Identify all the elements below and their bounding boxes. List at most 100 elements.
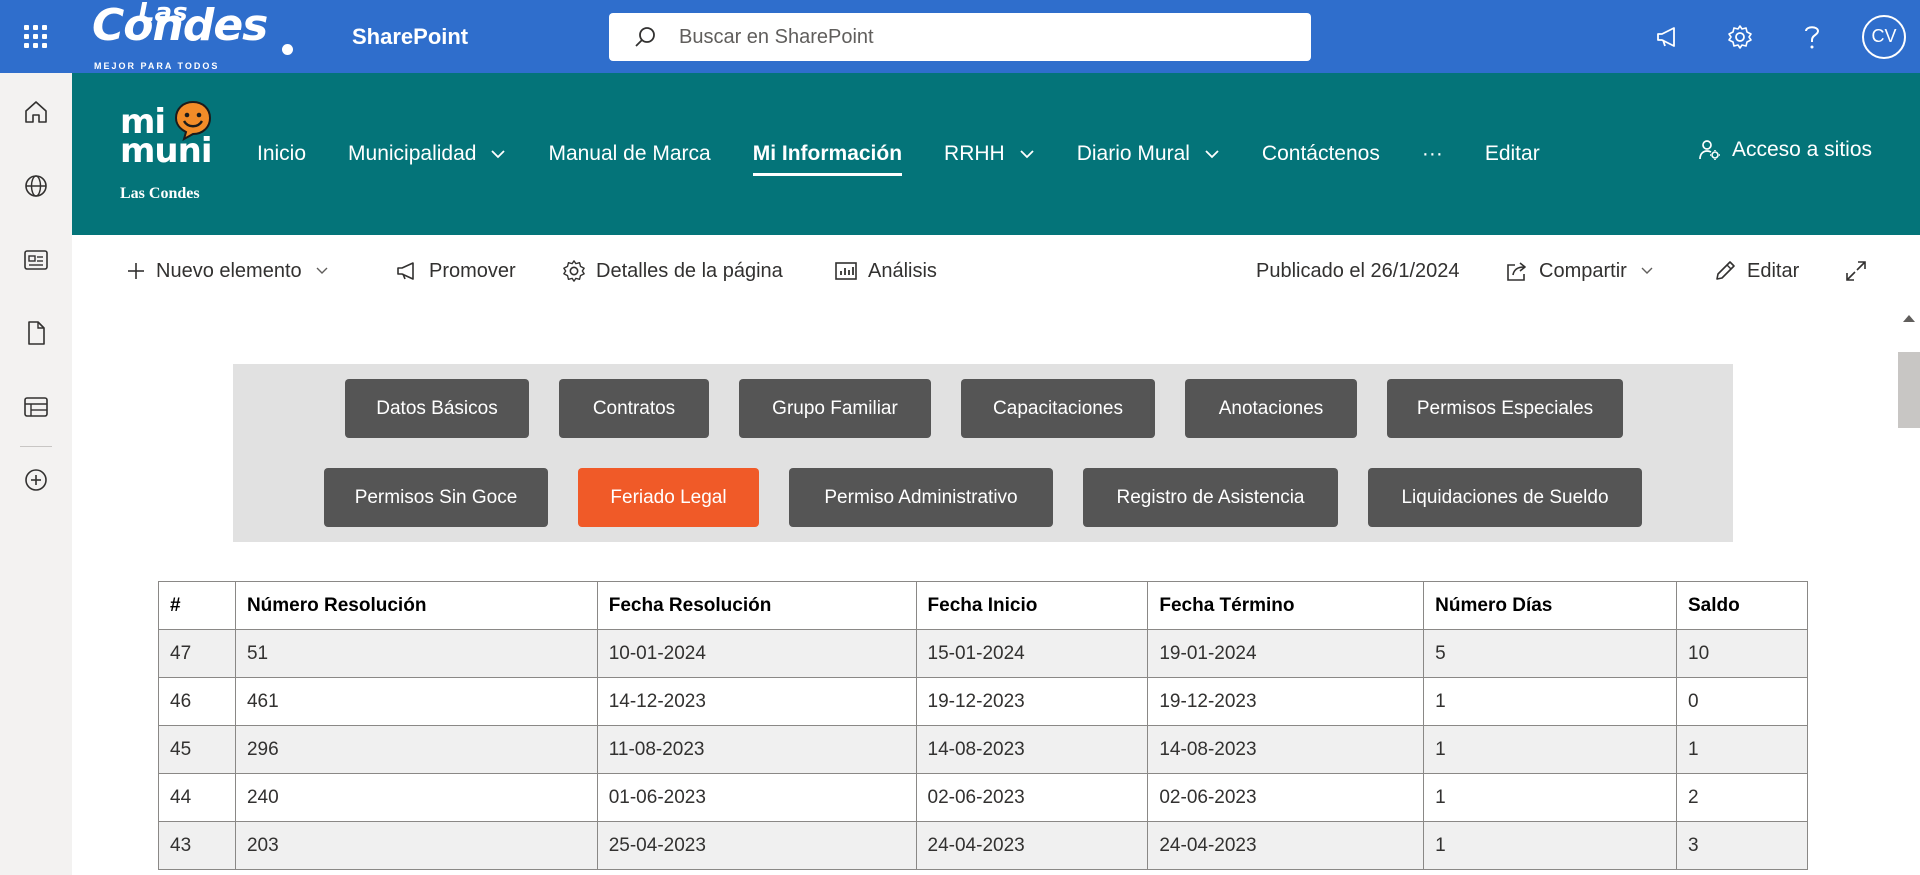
table-cell: 0 [1676, 677, 1808, 726]
nav-edit-link[interactable]: Editar [1485, 134, 1540, 174]
section-tabs-panel: Datos Básicos Contratos Grupo Familiar C… [233, 364, 1733, 542]
edit-page-button[interactable]: Editar [1713, 257, 1799, 285]
nav-more-button[interactable]: ··· [1422, 134, 1443, 174]
nav-municipalidad[interactable]: Municipalidad [348, 134, 506, 174]
analytics-button[interactable]: Análisis [834, 257, 937, 285]
table-cell: 43 [158, 821, 236, 870]
page-scrollbar[interactable] [1898, 307, 1920, 875]
table-cell: 1 [1423, 677, 1677, 726]
tab-feriado-legal[interactable]: Feriado Legal [578, 468, 759, 527]
table-cell: 24-04-2023 [915, 821, 1149, 870]
organization-logo[interactable]: Las Condes MEJOR PARA TODOS [90, 0, 300, 73]
table-cell: 14-08-2023 [1147, 725, 1425, 774]
site-access-button[interactable]: Acceso a sitios [1698, 138, 1872, 162]
chevron-down-icon [490, 149, 506, 159]
question-icon [1805, 25, 1820, 48]
access-label: Acceso a sitios [1731, 138, 1872, 161]
edit-label: Editar [1747, 259, 1800, 282]
promote-label: Promover [429, 259, 516, 282]
table-cell: 15-01-2024 [915, 629, 1149, 678]
logo-muni-text: muni [120, 131, 212, 171]
left-app-bar [0, 73, 72, 875]
column-header: # [158, 581, 236, 630]
expand-button[interactable] [1844, 257, 1878, 285]
published-label: Publicado el 26/1/2024 [1256, 259, 1460, 282]
site-logo[interactable]: mi muni Las Condes [120, 100, 230, 207]
tab-anotaciones[interactable]: Anotaciones [1185, 379, 1357, 438]
app-name-link[interactable]: SharePoint [352, 24, 468, 50]
nav-inicio[interactable]: Inicio [257, 134, 306, 174]
nav-mi-informacion[interactable]: Mi Información [752, 134, 903, 176]
tab-permiso-administrativo[interactable]: Permiso Administrativo [789, 468, 1053, 527]
page-details-label: Detalles de la página [596, 259, 783, 282]
search-box[interactable]: Buscar en SharePoint [609, 13, 1311, 61]
promote-button[interactable]: Promover [395, 257, 516, 285]
news-icon[interactable] [22, 246, 50, 274]
share-icon [1507, 262, 1526, 281]
nav-label: Manual de Marca [548, 142, 711, 165]
scroll-up-arrow-icon[interactable] [1903, 315, 1915, 322]
table-cell: 19-01-2024 [1147, 629, 1425, 678]
table-cell: 46 [158, 677, 236, 726]
table-cell: 1 [1423, 821, 1677, 870]
table-cell: 5 [1423, 629, 1677, 678]
people-settings-icon [1699, 140, 1720, 160]
megaphone-icon [397, 262, 414, 280]
user-avatar[interactable]: CV [1862, 14, 1906, 59]
command-bar: Nuevo elemento Promover Detalles de la p… [72, 235, 1920, 307]
home-icon[interactable] [22, 98, 50, 126]
tab-permisos-sin-goce[interactable]: Permisos Sin Goce [324, 468, 548, 527]
scrollbar-thumb[interactable] [1898, 352, 1920, 428]
nav-label: Inicio [257, 142, 307, 165]
table-row: 43 203 25-04-2023 24-04-2023 24-04-2023 … [158, 821, 1808, 870]
nav-label: Municipalidad [348, 142, 477, 165]
settings-button[interactable] [1704, 0, 1776, 73]
table-cell: 51 [234, 629, 598, 678]
column-header: Fecha Inicio [915, 581, 1149, 630]
search-icon [635, 27, 655, 47]
list-icon[interactable] [22, 393, 50, 421]
table-cell: 1 [1676, 725, 1808, 774]
search-placeholder: Buscar en SharePoint [679, 25, 874, 48]
table-cell: 3 [1676, 821, 1808, 870]
table-cell: 203 [234, 821, 598, 870]
tab-grupo-familiar[interactable]: Grupo Familiar [739, 379, 931, 438]
help-button[interactable] [1776, 0, 1848, 73]
document-icon[interactable] [22, 319, 50, 347]
tab-registro-de-asistencia[interactable]: Registro de Asistencia [1083, 468, 1338, 527]
table-cell: 47 [158, 629, 236, 678]
nav-contactenos[interactable]: Contáctenos [1262, 134, 1380, 174]
app-launcher-button[interactable] [0, 0, 70, 73]
feedback-button[interactable] [1632, 0, 1704, 73]
table-cell: 14-12-2023 [596, 677, 917, 726]
site-header: mi muni Las Condes Inicio Municipalidad … [72, 73, 1920, 235]
table-cell: 44 [158, 773, 236, 822]
column-header: Fecha Término [1147, 581, 1425, 630]
nav-label: Diario Mural [1076, 142, 1190, 165]
share-button[interactable]: Compartir [1505, 257, 1663, 285]
tab-liquidaciones-de-sueldo[interactable]: Liquidaciones de Sueldo [1368, 468, 1642, 527]
new-item-button[interactable]: Nuevo elemento [126, 257, 338, 285]
globe-icon[interactable] [22, 172, 50, 200]
table-cell: 10 [1676, 629, 1808, 678]
create-icon[interactable] [22, 466, 50, 494]
column-header: Número Resolución [234, 581, 598, 630]
page-details-button[interactable]: Detalles de la página [562, 257, 783, 285]
logo-tagline: MEJOR PARA TODOS [94, 61, 220, 71]
table-cell: 25-04-2023 [596, 821, 917, 870]
feriado-legal-table: # Número Resolución Fecha Resolución Fec… [158, 581, 1808, 870]
nav-manual-de-marca[interactable]: Manual de Marca [548, 134, 710, 174]
new-item-label: Nuevo elemento [156, 259, 302, 282]
nav-rrhh[interactable]: RRHH [944, 134, 1035, 174]
tab-contratos[interactable]: Contratos [559, 379, 709, 438]
table-row: 45 296 11-08-2023 14-08-2023 14-08-2023 … [158, 725, 1808, 774]
suite-actions: CV [1632, 0, 1920, 73]
column-header: Número Días [1423, 581, 1677, 630]
nav-diario-mural[interactable]: Diario Mural [1077, 134, 1220, 174]
tab-datos-basicos[interactable]: Datos Básicos [345, 379, 529, 438]
tab-permisos-especiales[interactable]: Permisos Especiales [1387, 379, 1623, 438]
megaphone-icon [1657, 26, 1675, 47]
nav-label: Editar [1484, 142, 1540, 165]
table-header-row: # Número Resolución Fecha Resolución Fec… [158, 581, 1808, 630]
tab-capacitaciones[interactable]: Capacitaciones [961, 379, 1155, 438]
